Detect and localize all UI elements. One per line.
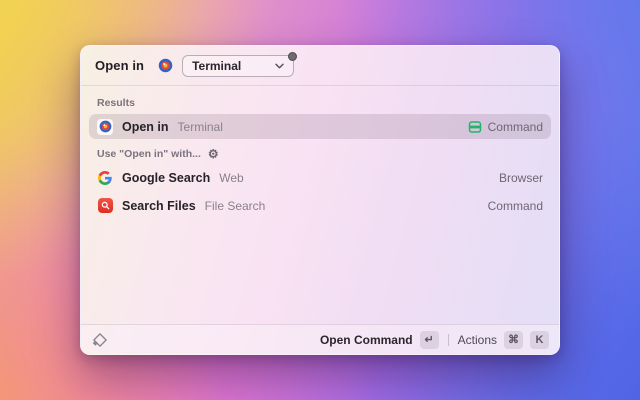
desktop-background: Open in Terminal Results Open in Termina… <box>0 0 640 400</box>
result-title: Search Files <box>122 198 196 213</box>
accessory-label: Browser <box>498 170 543 185</box>
footer-actions: Open Command ↵ Actions ⌘ K <box>320 330 549 349</box>
section-results: Results <box>89 91 551 114</box>
magnifier-icon <box>101 201 109 210</box>
command-title: Open in <box>95 58 145 73</box>
result-row-google-search[interactable]: Google Search Web Browser <box>89 165 551 190</box>
result-accessory: Command <box>488 199 543 213</box>
results-list: Results Open in Terminal Command Use "Op… <box>81 86 559 218</box>
result-title: Open in <box>122 119 169 134</box>
open-in-row-icon <box>97 118 113 135</box>
footer-divider <box>447 333 449 346</box>
section-use-with-label: Use "Open in" with... <box>97 148 201 160</box>
result-accessory: Command <box>468 120 543 134</box>
raycast-logo-icon <box>92 332 107 347</box>
dropdown-selected-value: Terminal <box>192 58 242 73</box>
result-subtitle: Terminal <box>177 119 223 134</box>
accessory-label: Command <box>487 198 543 213</box>
dropdown-notification-badge <box>288 51 298 61</box>
result-subtitle: Web <box>219 170 244 185</box>
command-key-badge: ⌘ <box>504 330 523 349</box>
launcher-window: Open in Terminal Results Open in Termina… <box>80 45 560 355</box>
actions-button[interactable]: Actions <box>458 333 497 347</box>
k-key-badge: K <box>530 330 549 349</box>
search-files-icon <box>97 198 113 214</box>
open-in-icon <box>158 58 173 73</box>
result-row-search-files[interactable]: Search Files File Search Command <box>89 193 551 218</box>
primary-action-label[interactable]: Open Command <box>320 333 413 347</box>
footer-bar: Open Command ↵ Actions ⌘ K <box>81 324 559 354</box>
open-in-icon <box>97 118 113 135</box>
section-use-with: Use "Open in" with... ⚙ <box>89 142 551 165</box>
section-results-label: Results <box>97 97 135 109</box>
google-icon <box>97 170 113 186</box>
gear-icon[interactable]: ⚙ <box>208 148 219 160</box>
command-terminal-icon <box>468 120 481 133</box>
return-key-badge: ↵ <box>419 330 439 349</box>
terminal-dropdown[interactable]: Terminal <box>182 51 298 77</box>
result-accessory: Browser <box>499 171 543 185</box>
result-title: Google Search <box>122 170 211 185</box>
result-subtitle: File Search <box>204 198 266 213</box>
command-header: Open in Terminal <box>81 46 559 86</box>
accessory-label: Command <box>487 119 543 134</box>
result-row-open-in[interactable]: Open in Terminal Command <box>89 114 551 139</box>
chevron-down-icon <box>275 63 284 68</box>
